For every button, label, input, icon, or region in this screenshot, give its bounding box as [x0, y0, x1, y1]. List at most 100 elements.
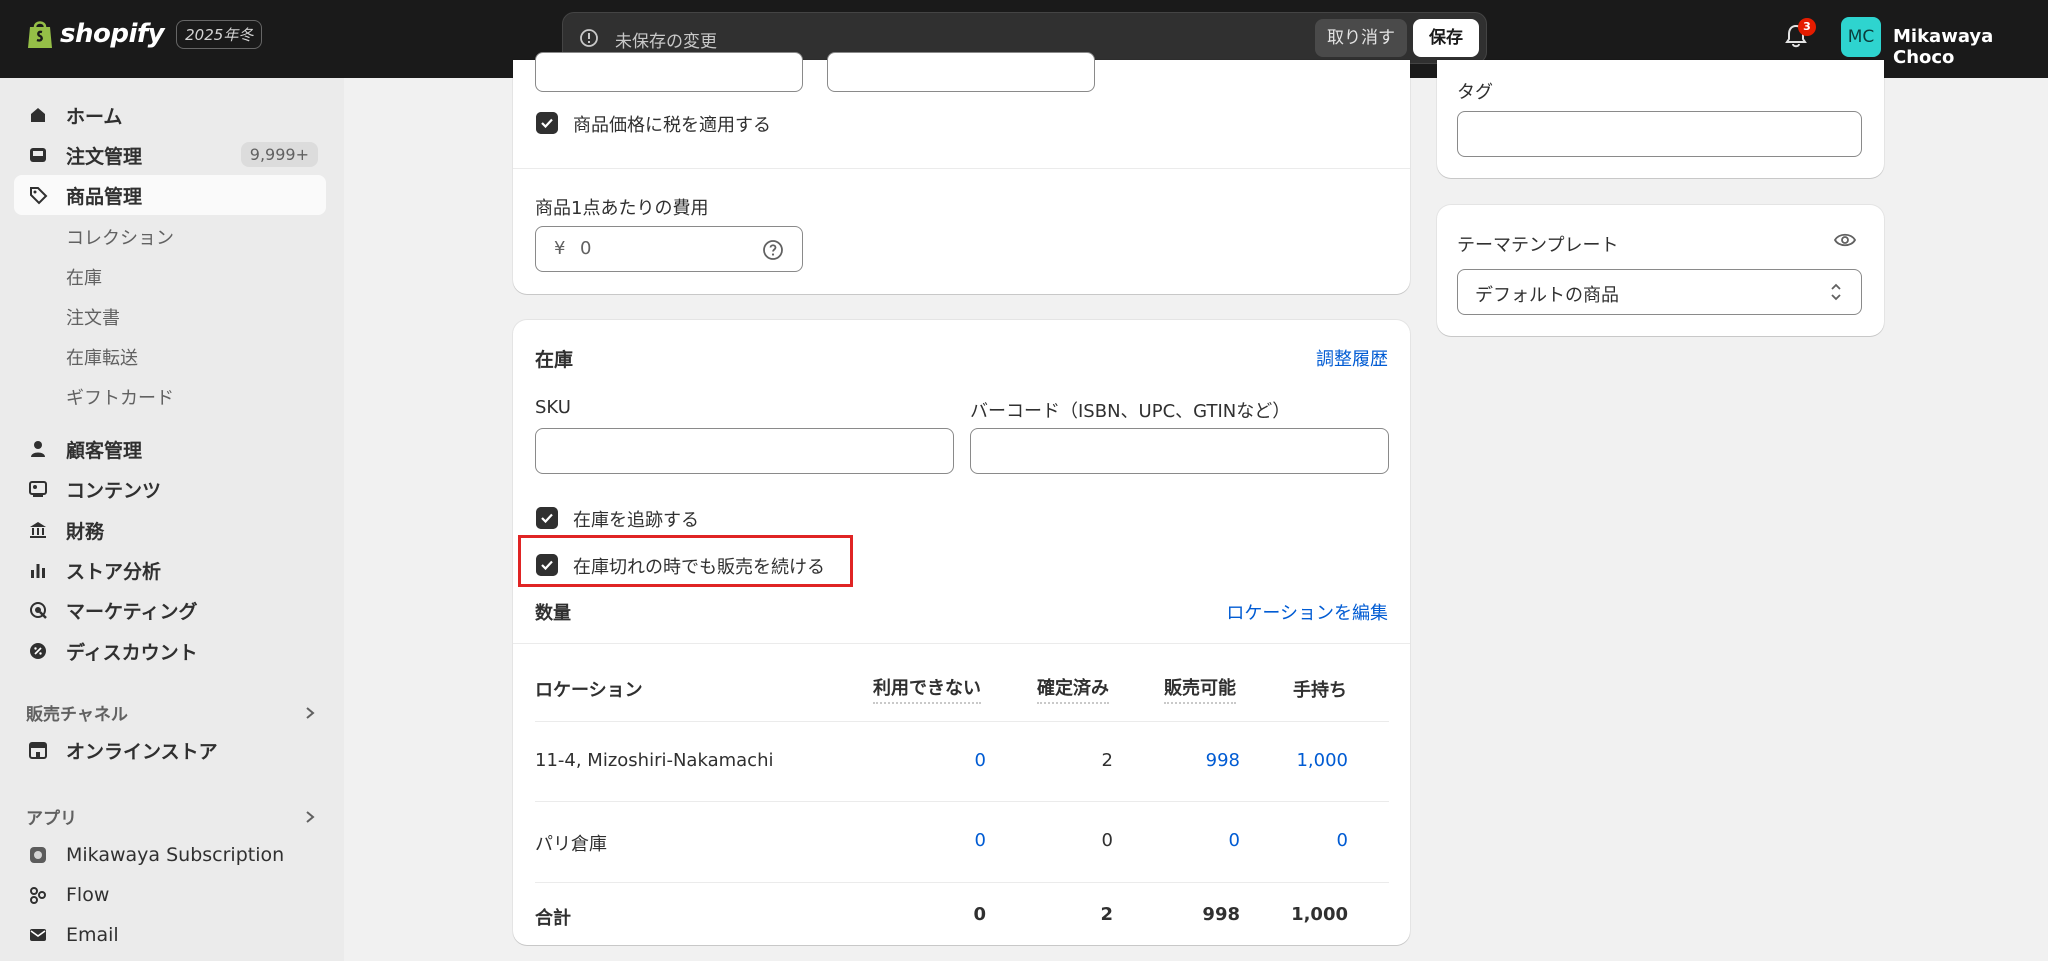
available-value[interactable]: 0 [1160, 830, 1240, 851]
charge-tax-checkbox[interactable] [536, 112, 558, 134]
alert-circle-icon [580, 29, 598, 47]
highlight-box [518, 535, 853, 587]
inventory-title: 在庫 [535, 349, 574, 371]
compare-price-field[interactable] [827, 52, 1095, 92]
sidebar-subitem-collections[interactable]: コレクション [66, 224, 174, 250]
tags-input[interactable] [1457, 111, 1862, 157]
sidebar-item-label: Email [66, 924, 119, 946]
bar-chart-icon [31, 564, 45, 578]
barcode-label: バーコード（ISBN、UPC、GTINなど） [970, 401, 1291, 422]
quantity-heading: 数量 [535, 603, 571, 624]
total-committed: 2 [1100, 904, 1113, 925]
sidebar-item-label: 注文管理 [66, 145, 143, 168]
sidebar-item-orders[interactable]: 注文管理 9,999+ [14, 135, 326, 175]
sidebar-item-content[interactable]: コンテンツ [14, 469, 326, 509]
organization-card: タグ [1437, 60, 1884, 178]
sku-field[interactable] [535, 428, 954, 474]
divider [535, 882, 1389, 883]
sidebar-subitem-transfers[interactable]: 在庫転送 [66, 344, 138, 370]
column-header-unavailable[interactable]: 利用できない [873, 674, 981, 704]
location-name: パリ倉庫 [535, 834, 607, 855]
chevron-right-icon[interactable] [302, 809, 318, 825]
sidebar-subitem-gift-cards[interactable]: ギフトカード [66, 384, 174, 410]
total-label: 合計 [535, 908, 571, 929]
sidebar-item-label: 商品管理 [66, 185, 143, 208]
sidebar-item-flow[interactable]: Flow [14, 875, 326, 915]
sidebar-item-products[interactable]: 商品管理 [14, 175, 326, 215]
theme-template-select[interactable]: デフォルトの商品 [1457, 269, 1862, 315]
email-icon [30, 929, 46, 941]
theme-template-card: テーマテンプレート デフォルトの商品 [1437, 205, 1884, 336]
orders-count-badge: 9,999+ [240, 142, 318, 167]
track-inventory-checkbox[interactable] [536, 507, 558, 529]
sidebar-item-label: ディスカウント [66, 641, 198, 664]
unavailable-value[interactable]: 0 [906, 830, 986, 851]
sidebar-item-label: Flow [66, 884, 110, 906]
sales-channels-heading[interactable]: 販売チャネル [26, 700, 128, 725]
sidebar-item-label: ホーム [66, 105, 123, 128]
sidebar-item-label: マーケティング [66, 600, 198, 623]
inventory-card: 在庫 調整履歴 SKU バーコード（ISBN、UPC、GTINなど） 在庫を追跡… [513, 320, 1410, 945]
on-hand-value[interactable]: 0 [1268, 830, 1348, 851]
store-name[interactable]: Mikawaya Choco [1893, 26, 2048, 68]
sidebar-item-email[interactable]: Email [14, 915, 326, 955]
eye-icon[interactable] [1833, 230, 1857, 250]
total-on-hand: 1,000 [1291, 904, 1348, 925]
column-header-location: ロケーション [535, 680, 643, 701]
discard-button[interactable]: 取り消す [1315, 19, 1407, 57]
sidebar-item-label: コンテンツ [66, 479, 162, 502]
apps-heading[interactable]: アプリ [26, 804, 77, 829]
sidebar-item-customers[interactable]: 顧客管理 [14, 429, 326, 469]
sku-label: SKU [535, 397, 571, 418]
sidebar-item-label: オンラインストア [66, 740, 218, 763]
unsaved-message: 未保存の変更 [615, 32, 717, 52]
sidebar-item-label: 財務 [66, 520, 105, 543]
sidebar-item-marketing[interactable]: マーケティング [14, 590, 326, 630]
sidebar: ホーム 注文管理 9,999+ 商品管理 コレクション 在庫 注文書 在庫転送 … [0, 78, 344, 961]
on-hand-value[interactable]: 1,000 [1268, 750, 1348, 771]
cost-per-item-label: 商品1点あたりの費用 [535, 198, 709, 219]
selected-template: デフォルトの商品 [1475, 285, 1619, 306]
charge-tax-label: 商品価格に税を適用する [573, 115, 771, 136]
help-icon[interactable] [762, 239, 784, 261]
currency-symbol: ¥ [554, 238, 566, 259]
save-button[interactable]: 保存 [1413, 19, 1479, 57]
sidebar-item-online-store[interactable]: オンラインストア [14, 730, 326, 770]
available-value[interactable]: 998 [1160, 750, 1240, 771]
sidebar-subitem-purchase-orders[interactable]: 注文書 [66, 304, 120, 330]
sidebar-item-home[interactable]: ホーム [14, 95, 326, 135]
app-icon [30, 847, 46, 863]
column-header-committed[interactable]: 確定済み [1037, 674, 1109, 704]
sidebar-item-finance[interactable]: 財務 [14, 510, 326, 550]
edit-locations-link[interactable]: ロケーションを編集 [1226, 599, 1388, 625]
column-header-on-hand: 手持ち [1293, 680, 1347, 701]
adjustment-history-link[interactable]: 調整履歴 [1316, 345, 1388, 371]
sidebar-subitem-inventory[interactable]: 在庫 [66, 264, 102, 290]
image-icon [29, 481, 47, 497]
committed-value: 2 [1101, 750, 1113, 771]
theme-template-label: テーマテンプレート [1457, 235, 1619, 256]
discount-icon [30, 643, 46, 659]
shopify-logo[interactable]: shopify 2025年冬 [26, 18, 263, 50]
brand-name: shopify [60, 19, 165, 49]
sidebar-item-app-subscription[interactable]: Mikawaya Subscription [14, 835, 326, 875]
sidebar-item-analytics[interactable]: ストア分析 [14, 550, 326, 590]
cost-per-item-field[interactable]: ¥ 0 [535, 226, 803, 272]
unavailable-value[interactable]: 0 [906, 750, 986, 771]
edition-badge[interactable]: 2025年冬 [176, 19, 263, 49]
pricing-card: 商品価格に税を適用する 商品1点あたりの費用 ¥ 0 [513, 52, 1410, 294]
sidebar-item-discounts[interactable]: ディスカウント [14, 631, 326, 671]
divider [535, 721, 1389, 722]
person-icon [31, 441, 45, 457]
committed-value: 0 [1101, 830, 1113, 851]
cost-value: 0 [580, 238, 592, 259]
divider [535, 801, 1389, 802]
location-name: 11-4, Mizoshiri-Nakamachi [535, 750, 774, 771]
barcode-field[interactable] [970, 428, 1389, 474]
notification-count-badge: 3 [1798, 18, 1816, 36]
chevron-right-icon[interactable] [302, 705, 318, 721]
column-header-available[interactable]: 販売可能 [1164, 674, 1236, 704]
avatar[interactable]: MC [1841, 17, 1881, 57]
price-field[interactable] [535, 52, 803, 92]
total-available: 998 [1202, 904, 1240, 925]
